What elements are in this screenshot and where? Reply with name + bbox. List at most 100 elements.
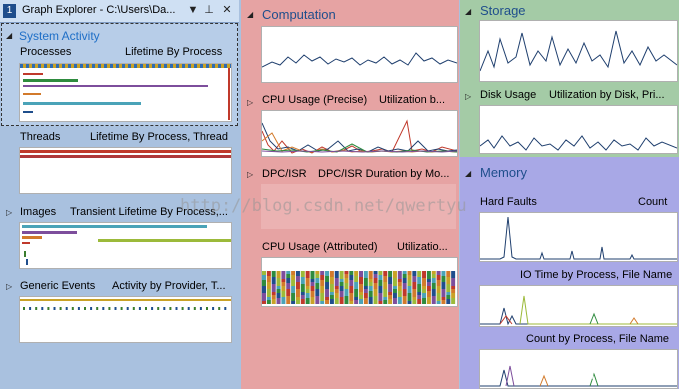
cpu-attributed-bar-segment bbox=[339, 291, 344, 297]
cpu-attributed-bar-segment bbox=[344, 296, 349, 304]
event-marker bbox=[151, 307, 154, 310]
memory-column: ◢ Memory Hard Faults Count IO Time by Pr… bbox=[460, 157, 679, 389]
storage-title: Storage bbox=[480, 3, 526, 18]
cpu-attributed-bar-segment bbox=[426, 297, 431, 304]
cpu-attributed-bar-segment bbox=[407, 286, 412, 293]
expand-chevron-icon[interactable]: ▷ bbox=[247, 170, 253, 179]
expand-chevron-icon[interactable]: ▷ bbox=[6, 282, 12, 291]
cpu-attributed-bar-segment bbox=[441, 300, 446, 304]
item-preset-generic-events[interactable]: Activity by Provider, T... bbox=[112, 280, 226, 292]
cpu-attributed-bar-segment bbox=[368, 282, 373, 286]
cpu-attributed-bar-segment bbox=[451, 286, 456, 289]
collapse-chevron-icon[interactable]: ◢ bbox=[247, 10, 253, 19]
close-icon[interactable]: ✕ bbox=[220, 3, 234, 18]
cpu-attributed-bar-segment bbox=[276, 278, 281, 286]
computation-summary-graph[interactable] bbox=[261, 26, 458, 83]
cpu-attributed-bar-segment bbox=[325, 300, 330, 304]
computation-column: ◢ Computation ▷ CPU Usage (Precise) Util… bbox=[241, 0, 459, 389]
hard-faults-graph[interactable] bbox=[479, 212, 678, 262]
cpu-attributed-bar-segment bbox=[320, 275, 325, 280]
cpu-attributed-bar-segment bbox=[305, 286, 310, 289]
pin-icon[interactable]: ⊥ bbox=[202, 3, 216, 18]
cpu-attributed-bar-segment bbox=[271, 299, 276, 304]
dropdown-arrow-icon[interactable]: ▼ bbox=[186, 3, 200, 18]
event-marker bbox=[169, 307, 172, 310]
cpu-attributed-bar-segment bbox=[446, 277, 451, 284]
item-name-processes[interactable]: Processes bbox=[20, 46, 71, 58]
event-marker bbox=[126, 307, 129, 310]
cpu-attributed-bar-segment bbox=[276, 286, 281, 289]
cpu-attributed-bar-segment bbox=[262, 301, 266, 304]
cpu-attributed-bar-segment bbox=[354, 276, 359, 282]
item-name-generic-events[interactable]: Generic Events bbox=[20, 280, 95, 292]
images-graph[interactable] bbox=[19, 222, 232, 269]
cpu-attributed-bar-segment bbox=[412, 289, 417, 297]
expand-chevron-icon[interactable]: ▷ bbox=[247, 98, 253, 107]
cpu-attributed-bar-segment bbox=[446, 271, 451, 277]
cpu-attributed-bar-segment bbox=[417, 284, 422, 292]
storage-summary-graph[interactable] bbox=[479, 20, 678, 82]
cpu-attributed-bar-segment bbox=[305, 278, 310, 286]
cpu-attributed-bar-segment bbox=[300, 292, 305, 295]
collapse-chevron-icon[interactable]: ◢ bbox=[6, 31, 12, 40]
item-name-threads[interactable]: Threads bbox=[20, 131, 60, 143]
cpu-attributed-bar-segment bbox=[334, 286, 339, 289]
cpu-attributed-bar-segment bbox=[310, 291, 315, 297]
item-preset-cpu-attributed[interactable]: Utilizatio... bbox=[397, 241, 448, 253]
event-marker bbox=[23, 307, 25, 310]
cpu-attributed-bar-segment bbox=[325, 271, 330, 276]
collapse-chevron-icon[interactable]: ◢ bbox=[465, 7, 471, 16]
item-name-cpu-precise[interactable]: CPU Usage (Precise) bbox=[262, 94, 367, 106]
collapse-chevron-icon[interactable]: ◢ bbox=[465, 169, 471, 178]
cpu-attributed-bar-segment bbox=[286, 274, 291, 278]
event-marker bbox=[138, 307, 141, 310]
cpu-attributed-bar-segment bbox=[412, 297, 417, 300]
cpu-attributed-bar-segment bbox=[397, 291, 402, 297]
cpu-attributed-bar-segment bbox=[368, 291, 373, 297]
item-preset-io-time[interactable]: IO Time by Process, File Name bbox=[520, 269, 672, 281]
cpu-attributed-bar-segment bbox=[359, 299, 363, 304]
cpu-attributed-bar-segment bbox=[339, 279, 344, 282]
right-column: ◢ Storage ▷ Disk Usage Utilization by Di… bbox=[460, 0, 679, 389]
item-name-cpu-attributed[interactable]: CPU Usage (Attributed) bbox=[262, 241, 378, 253]
expand-chevron-icon[interactable]: ▷ bbox=[465, 92, 471, 101]
item-preset-threads[interactable]: Lifetime By Process, Thread bbox=[90, 131, 228, 143]
cpu-attributed-bar-segment bbox=[388, 271, 393, 277]
cpu-attributed-bar-segment bbox=[392, 271, 397, 278]
cpu-precise-graph[interactable] bbox=[261, 110, 458, 157]
cpu-attributed-bar-segment bbox=[451, 289, 456, 293]
item-name-disk-usage[interactable]: Disk Usage bbox=[480, 89, 536, 101]
cpu-attributed-bar-segment bbox=[407, 271, 412, 275]
cpu-attributed-bar-segment bbox=[417, 295, 422, 299]
graph-explorer-titlebar[interactable]: 1 Graph Explorer - C:\Users\Da... ▼ ⊥ ✕ bbox=[0, 0, 239, 23]
item-preset-cpu-precise[interactable]: Utilization b... bbox=[379, 94, 445, 106]
processes-graph[interactable] bbox=[19, 63, 232, 122]
cpu-attributed-bar-segment bbox=[295, 276, 300, 282]
item-name-hard-faults[interactable]: Hard Faults bbox=[480, 196, 537, 208]
item-preset-dpc-isr[interactable]: DPC/ISR Duration by Mo... bbox=[318, 168, 449, 180]
cpu-attributed-bar-segment bbox=[451, 298, 456, 304]
cpu-attributed-bar-segment bbox=[451, 293, 456, 298]
item-preset-count-by-process[interactable]: Count by Process, File Name bbox=[526, 333, 669, 345]
item-name-dpc-isr[interactable]: DPC/ISR bbox=[262, 168, 307, 180]
io-time-graph[interactable] bbox=[479, 285, 678, 327]
cpu-attributed-bar-segment bbox=[392, 286, 397, 289]
cpu-attributed-bar-segment bbox=[417, 271, 422, 277]
cpu-attributed-bar-segment bbox=[368, 297, 373, 304]
item-name-images[interactable]: Images bbox=[20, 206, 56, 218]
cpu-attributed-graph[interactable] bbox=[261, 257, 458, 307]
cpu-attributed-bar-segment bbox=[334, 271, 339, 278]
generic-events-graph[interactable] bbox=[19, 296, 232, 343]
item-preset-disk-usage[interactable]: Utilization by Disk, Pri... bbox=[549, 89, 665, 101]
item-preset-hard-faults[interactable]: Count bbox=[638, 196, 667, 208]
cpu-attributed-bar-segment bbox=[320, 280, 325, 286]
threads-graph[interactable] bbox=[19, 147, 232, 194]
cpu-attributed-bar-segment bbox=[286, 289, 291, 296]
cpu-attributed-bar-segment bbox=[320, 286, 325, 293]
item-preset-processes[interactable]: Lifetime By Process bbox=[125, 46, 222, 58]
cpu-attributed-bar-segment bbox=[300, 277, 305, 284]
expand-chevron-icon[interactable]: ▷ bbox=[6, 208, 12, 217]
cpu-attributed-bar-segment bbox=[334, 298, 339, 304]
disk-usage-graph[interactable] bbox=[479, 105, 678, 154]
event-marker bbox=[77, 307, 80, 310]
